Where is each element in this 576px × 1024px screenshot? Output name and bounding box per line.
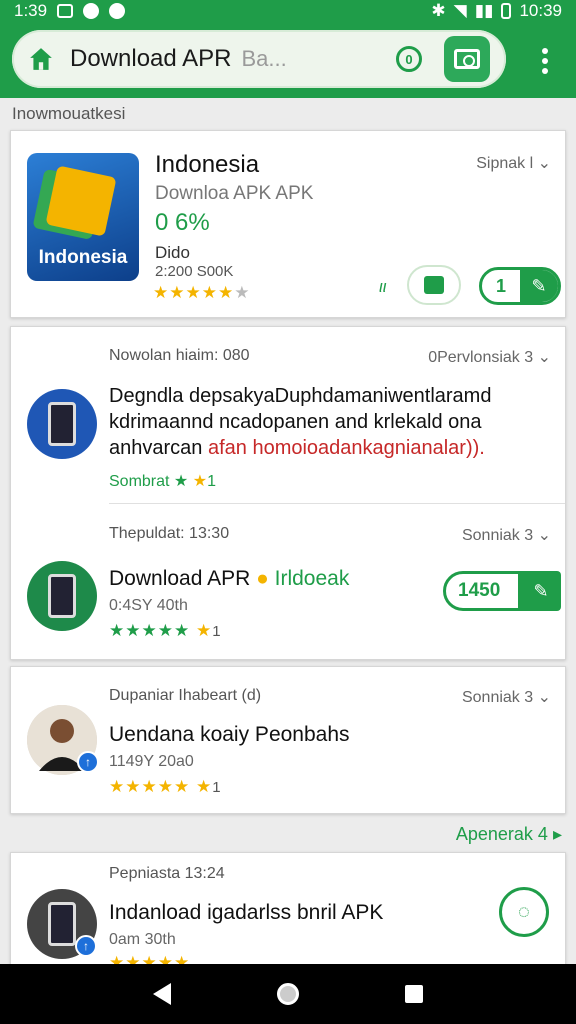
app-subtitle: Downloa APK APK bbox=[155, 183, 314, 204]
app-icon[interactable]: Indonesia bbox=[27, 153, 139, 281]
avatar[interactable]: ↑ bbox=[27, 705, 99, 775]
edit-icon: ✎ bbox=[521, 571, 561, 611]
overflow-menu-icon[interactable] bbox=[542, 48, 548, 74]
item-meta[interactable]: Sonniak 3 ⌄ bbox=[462, 687, 551, 707]
wifi-icon: ◥ bbox=[453, 1, 467, 20]
bluetooth-icon: ✱ bbox=[431, 1, 446, 20]
card-meta[interactable]: Sipnak l ⌄ bbox=[476, 153, 551, 173]
search-hint: Ba... bbox=[241, 46, 287, 71]
item-head: Pepniasta 13:24 bbox=[109, 865, 225, 882]
app-name[interactable]: Indonesia bbox=[155, 151, 259, 179]
item-description: Degndla depsakyaDuphdamaniwentlaramd kdr… bbox=[109, 385, 492, 459]
edit-icon: ✎ bbox=[520, 270, 558, 302]
search-bar[interactable]: Download APR Ba... 0 bbox=[12, 30, 506, 88]
notification-icon bbox=[83, 3, 100, 19]
status-time-left: 1:39 bbox=[14, 1, 48, 20]
install-count: 1 bbox=[496, 275, 507, 296]
badge-icon: ↑ bbox=[77, 751, 99, 773]
status-bar: 1:39 ✱ ◥ ▮▮ 10:39 bbox=[0, 0, 576, 22]
item-sub: 0:4SY 40th bbox=[109, 597, 188, 614]
app-developer: Dido bbox=[155, 243, 190, 262]
item-title[interactable]: Download APR ● Irldoeak bbox=[109, 567, 349, 591]
home-icon[interactable] bbox=[28, 46, 54, 72]
app-icon-label: Indonesia bbox=[38, 247, 128, 268]
open-button[interactable]: ◌ bbox=[499, 887, 549, 937]
star-rating: ★★★★★ ★1 bbox=[109, 621, 222, 640]
chevron-right-icon: ▸ bbox=[552, 824, 562, 844]
app-icon[interactable] bbox=[27, 561, 97, 631]
app-icon[interactable]: ↑ bbox=[27, 889, 97, 959]
item-head: Thepuldat: 13:30 bbox=[109, 525, 230, 542]
item-title[interactable]: Uendana koaiy Peonbahs bbox=[109, 723, 350, 747]
mic-icon[interactable]: 0 bbox=[396, 46, 422, 72]
chevron-down-icon: ⌄ bbox=[537, 527, 551, 544]
badge-icon: ↑ bbox=[75, 935, 97, 957]
coin-icon: ● bbox=[256, 567, 269, 590]
notification-icon bbox=[109, 3, 126, 19]
like-count: ιι bbox=[379, 277, 387, 296]
back-icon[interactable] bbox=[153, 983, 171, 1005]
app-percent: 0 6% bbox=[155, 209, 210, 236]
price-button[interactable]: 1450 ✎ bbox=[443, 571, 561, 611]
camera-button[interactable] bbox=[444, 36, 490, 82]
home-nav-icon[interactable] bbox=[277, 983, 299, 1005]
app-downloads: 2:200 S00K bbox=[155, 263, 234, 280]
item-sub: 1149Y 20a0 bbox=[109, 753, 194, 770]
item-sub: 0am 30th bbox=[109, 931, 176, 948]
chevron-down-icon: ⌄ bbox=[537, 155, 551, 172]
star-rating: ★★★★★★ bbox=[153, 283, 251, 302]
chevron-down-icon: ⌄ bbox=[537, 349, 551, 366]
featured-app-card[interactable]: Indonesia Indonesia Downloa APK APK 0 6%… bbox=[10, 130, 566, 318]
app-list-card: Dupaniar Ihabeart (d) Sonniak 3 ⌄ ↑ Uend… bbox=[10, 666, 566, 814]
chevron-down-icon: ⌄ bbox=[537, 689, 551, 706]
notification-icon bbox=[57, 4, 74, 18]
price-value: 1450 bbox=[443, 571, 521, 611]
app-bar: Download APR Ba... 0 bbox=[0, 22, 576, 98]
item-head: Nowolan hiaim: 080 bbox=[109, 347, 250, 364]
recents-icon[interactable] bbox=[405, 985, 423, 1003]
navigation-bar bbox=[0, 964, 576, 1024]
list-item[interactable]: Dupaniar Ihabeart (d) Sonniak 3 ⌄ ↑ Uend… bbox=[11, 667, 565, 815]
item-title[interactable]: Indanload igadarlss bnril APK bbox=[109, 901, 383, 925]
list-item[interactable]: Pepniasta 13:24 ↑ Indanload igadarlss bn… bbox=[11, 853, 565, 973]
more-link[interactable]: Apenerak 4 ▸ bbox=[456, 824, 562, 845]
app-icon[interactable] bbox=[27, 389, 97, 459]
star-rating: ★★★★★ ★1 bbox=[109, 777, 222, 796]
search-query[interactable]: Download APR bbox=[70, 45, 231, 73]
signal-icon: ▮▮ bbox=[474, 1, 494, 20]
app-list-card: Pepniasta 13:24 ↑ Indanload igadarlss bn… bbox=[10, 852, 566, 972]
camera-icon bbox=[454, 49, 480, 69]
item-head: Dupaniar Ihabeart (d) bbox=[109, 687, 262, 704]
battery-icon bbox=[501, 3, 512, 19]
install-button[interactable]: 1 ✎ bbox=[479, 267, 561, 305]
item-meta[interactable]: 0Pervlonsiak 3 ⌄ bbox=[428, 347, 551, 367]
list-item[interactable]: Nowolan hiaim: 080 0Pervlonsiak 3 ⌄ Degn… bbox=[11, 327, 565, 503]
breadcrumb: Inowmouatkesi bbox=[12, 104, 126, 123]
bag-icon bbox=[424, 276, 444, 294]
app-list-card: Nowolan hiaim: 080 0Pervlonsiak 3 ⌄ Degn… bbox=[10, 326, 566, 660]
item-meta[interactable]: Sonniak 3 ⌄ bbox=[462, 525, 551, 545]
status-time-right: 10:39 bbox=[519, 1, 562, 20]
item-source: Sombrat ★ ★1 bbox=[109, 473, 216, 490]
save-button[interactable] bbox=[407, 265, 461, 305]
